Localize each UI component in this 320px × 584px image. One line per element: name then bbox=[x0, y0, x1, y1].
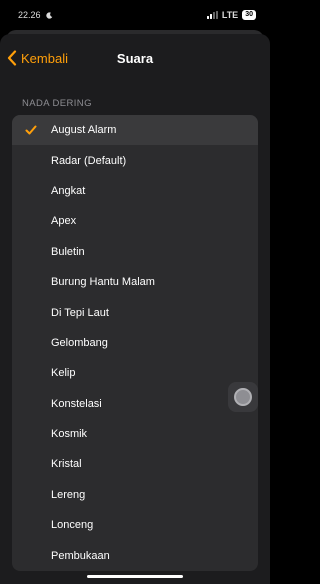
ringtone-item[interactable]: Buletin bbox=[12, 237, 258, 267]
sound-sheet: Kembali Suara NADA DERING August Alarm Ra… bbox=[0, 34, 270, 584]
ringtone-label: Pembukaan bbox=[51, 549, 110, 562]
network-label: LTE bbox=[221, 10, 239, 20]
back-button[interactable]: Kembali bbox=[7, 34, 68, 82]
status-left: 22.26 bbox=[18, 10, 53, 20]
ringtone-item[interactable]: Radar (Default) bbox=[12, 145, 258, 175]
battery-icon: 30 bbox=[242, 10, 256, 20]
ringtone-item[interactable]: Burung Hantu Malam bbox=[12, 267, 258, 297]
ringtone-item[interactable]: August Alarm bbox=[12, 115, 258, 146]
ringtone-list: August Alarm Radar (Default) Angkat Apex Bul… bbox=[12, 115, 258, 571]
ringtone-label: Lereng bbox=[51, 488, 86, 501]
signal-icon bbox=[206, 11, 218, 19]
ringtone-label: Angkat bbox=[51, 184, 86, 197]
ringtone-item[interactable]: Kelip bbox=[12, 358, 258, 388]
ringtone-item[interactable]: Lereng bbox=[12, 480, 258, 510]
ringtone-label: Gelombang bbox=[51, 336, 108, 349]
assistive-touch-icon bbox=[234, 388, 252, 406]
status-bar: 22.26 LTE 30 bbox=[0, 0, 270, 30]
ringtone-label: Kelip bbox=[51, 367, 76, 380]
ringtone-label: Konstelasi bbox=[51, 397, 102, 410]
moon-icon bbox=[45, 11, 52, 19]
ringtone-item[interactable]: Pembukaan bbox=[12, 540, 258, 570]
ringtone-label: Kosmik bbox=[51, 428, 88, 441]
ringtone-label: Buletin bbox=[51, 245, 85, 258]
chevron-left-icon bbox=[7, 50, 17, 66]
ringtone-item[interactable]: Di Tepi Laut bbox=[12, 297, 258, 327]
checkmark-icon bbox=[25, 125, 37, 135]
home-indicator[interactable] bbox=[87, 575, 183, 578]
ringtone-label: Burung Hantu Malam bbox=[51, 276, 155, 289]
status-time: 22.26 bbox=[18, 10, 41, 20]
ringtone-label: Kristal bbox=[51, 458, 82, 471]
ringtone-item[interactable]: Konstelasi bbox=[12, 389, 258, 419]
status-right: LTE 30 bbox=[206, 10, 256, 20]
ringtone-item[interactable]: Kristal bbox=[12, 449, 258, 479]
ringtone-label: Di Tepi Laut bbox=[51, 306, 109, 319]
ringtone-item[interactable]: Apex bbox=[12, 206, 258, 236]
navigation-bar: Kembali Suara bbox=[0, 34, 270, 82]
page-title: Suara bbox=[116, 50, 154, 66]
ringtone-item[interactable]: Kosmik bbox=[12, 419, 258, 449]
section-header: NADA DERING bbox=[22, 98, 92, 109]
ringtone-label: Apex bbox=[51, 215, 77, 228]
assistive-touch-button[interactable] bbox=[228, 382, 258, 412]
back-label: Kembali bbox=[21, 50, 68, 66]
ringtone-label: Lonceng bbox=[51, 519, 94, 532]
ringtone-item[interactable]: Gelombang bbox=[12, 328, 258, 358]
ringtone-item[interactable]: Lonceng bbox=[12, 510, 258, 540]
ringtone-item[interactable]: Angkat bbox=[12, 176, 258, 206]
ringtone-label: August Alarm bbox=[51, 124, 117, 137]
ringtone-label: Radar (Default) bbox=[51, 154, 127, 167]
